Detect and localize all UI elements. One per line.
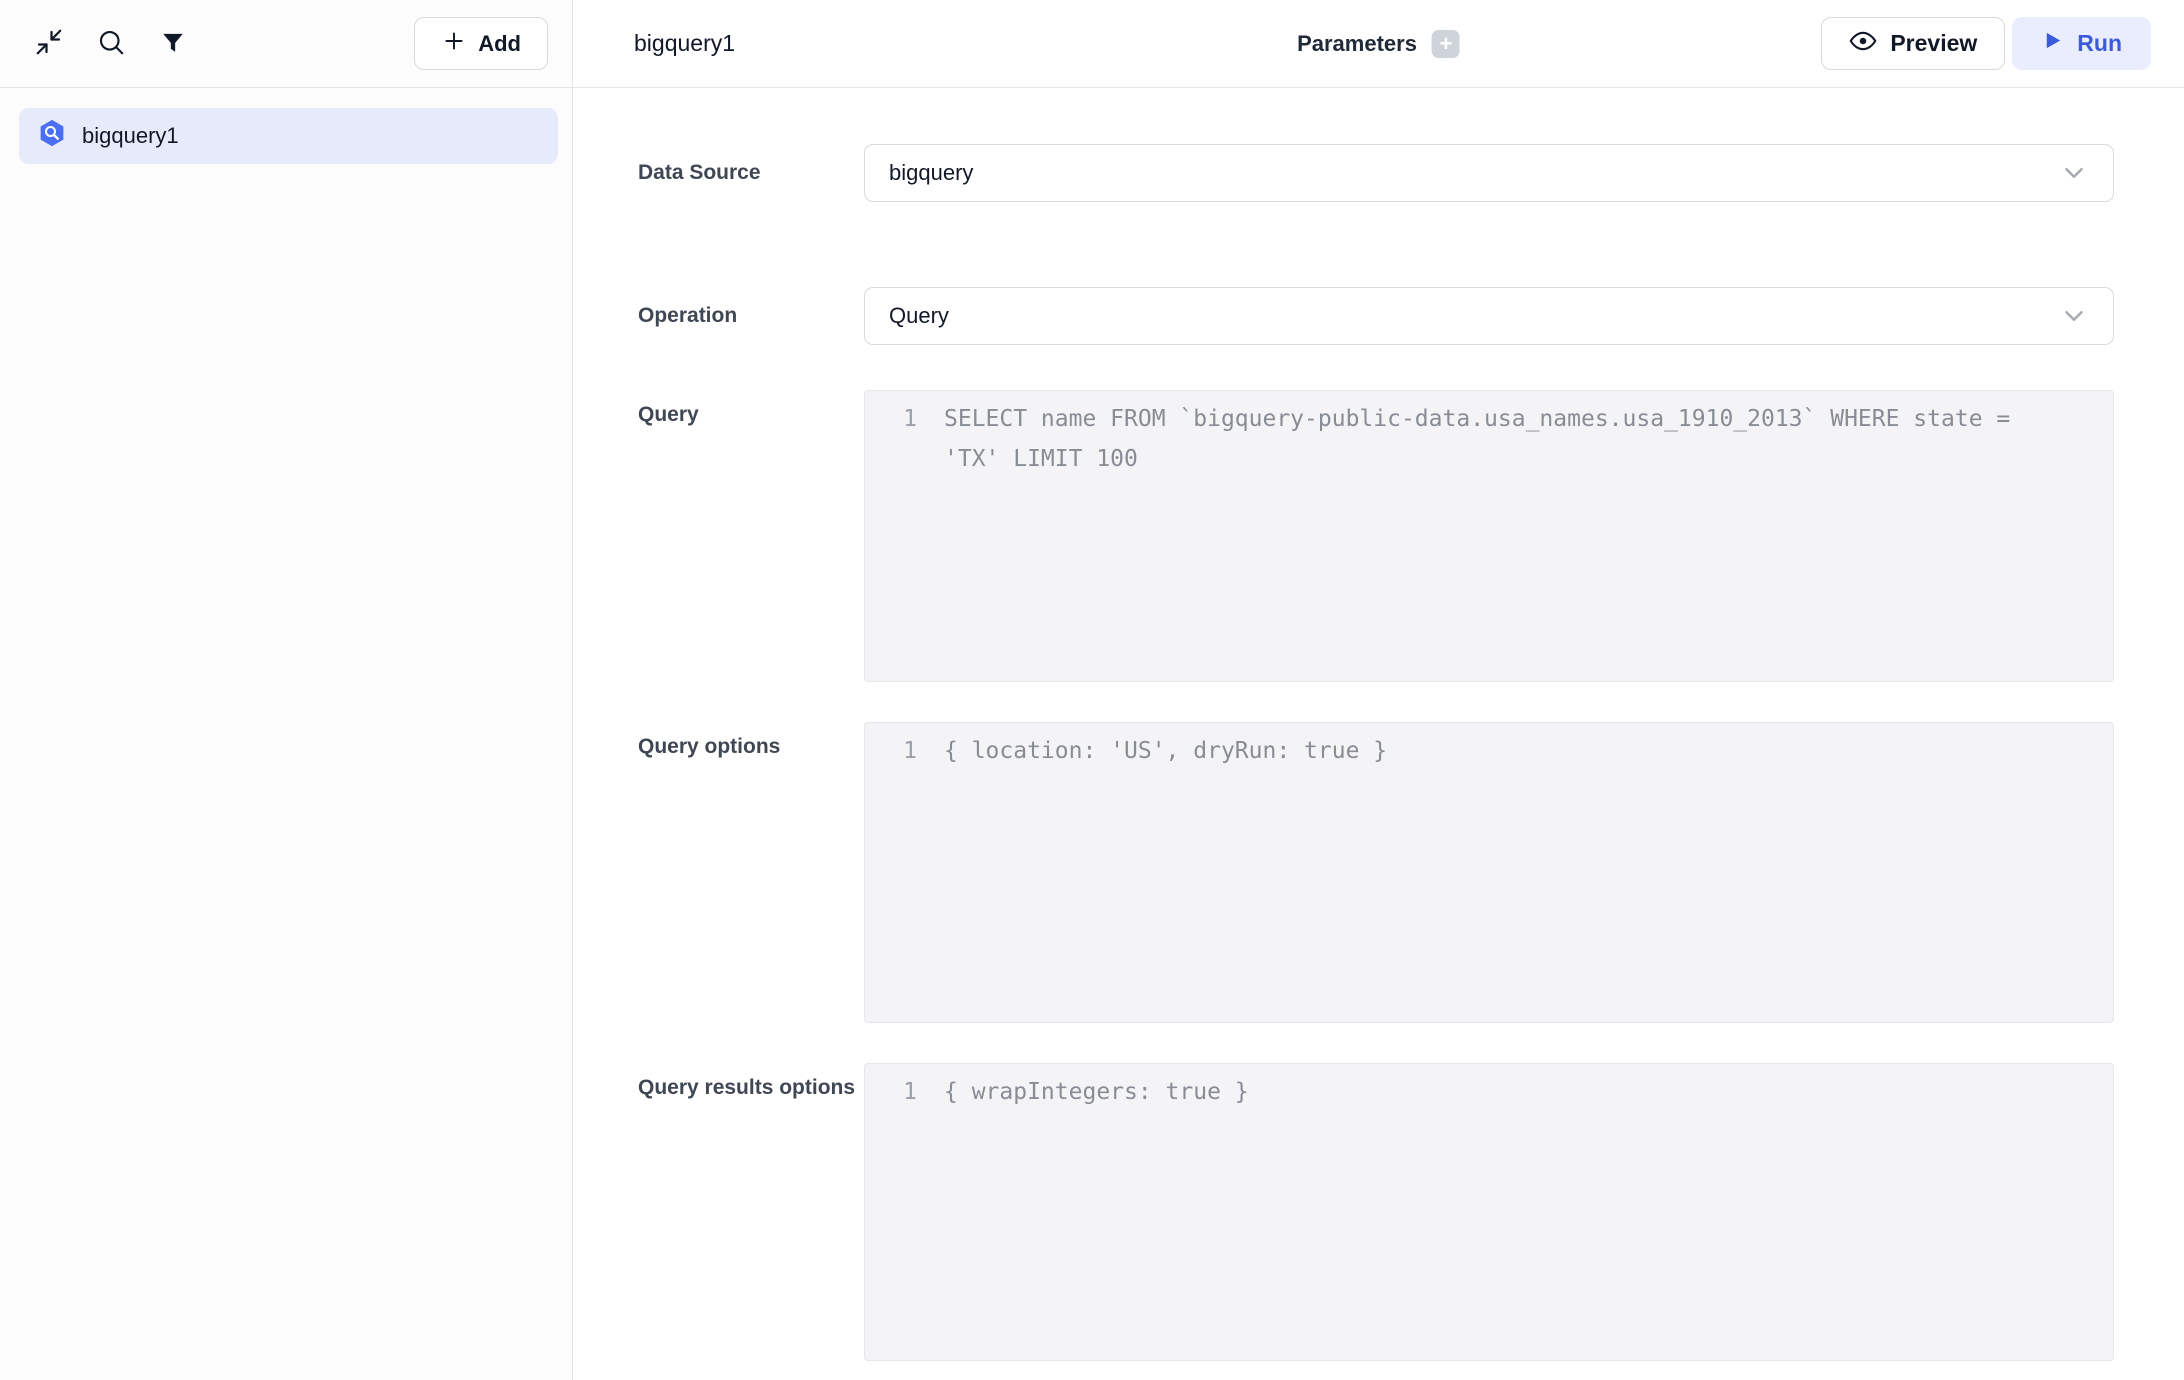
data-source-label: Data Source bbox=[638, 144, 864, 193]
bigquery-icon bbox=[37, 118, 67, 154]
filter-icon bbox=[160, 29, 186, 58]
add-parameter-button[interactable]: + bbox=[1432, 30, 1460, 58]
query-results-options-code-editor[interactable]: 1 { wrapIntegers: true } bbox=[864, 1063, 2114, 1361]
operation-label: Operation bbox=[638, 287, 864, 336]
add-button-label: Add bbox=[478, 31, 521, 57]
plus-icon: + bbox=[1440, 33, 1453, 55]
filter-button[interactable] bbox=[150, 21, 196, 67]
plus-icon bbox=[441, 28, 467, 60]
header-actions: Preview Run bbox=[1821, 17, 2151, 70]
query-editor-panel: bigquery1 Parameters + Preview bbox=[573, 0, 2184, 1380]
search-button[interactable] bbox=[88, 21, 134, 67]
eye-icon bbox=[1849, 27, 1877, 61]
query-editor-header: bigquery1 Parameters + Preview bbox=[573, 0, 2184, 88]
run-button-label: Run bbox=[2077, 30, 2122, 57]
query-options-placeholder-text: { location: 'US', dryRun: true } bbox=[944, 731, 2113, 771]
run-button[interactable]: Run bbox=[2012, 17, 2151, 70]
field-row-operation: Operation Query bbox=[638, 287, 2114, 345]
line-number: 1 bbox=[865, 399, 944, 439]
query-results-options-label: Query results options bbox=[638, 1063, 864, 1108]
preview-button-label: Preview bbox=[1890, 30, 1977, 57]
query-name-title[interactable]: bigquery1 bbox=[634, 30, 735, 57]
chevron-down-icon bbox=[2059, 301, 2089, 331]
query-form: Data Source bigquery Operation Query bbox=[573, 88, 2184, 1380]
sidebar-item-label: bigquery1 bbox=[82, 123, 179, 149]
query-list: bigquery1 bbox=[0, 88, 572, 164]
line-number: 1 bbox=[865, 1072, 944, 1112]
chevron-down-icon bbox=[2059, 158, 2089, 188]
select-value: Query bbox=[889, 303, 949, 329]
query-options-code-editor[interactable]: 1 { location: 'US', dryRun: true } bbox=[864, 722, 2114, 1023]
add-query-button[interactable]: Add bbox=[414, 17, 548, 70]
line-number: 1 bbox=[865, 731, 944, 771]
field-row-query-results-options: Query results options 1 { wrapIntegers: … bbox=[638, 1063, 2114, 1361]
app-window: Add bigquery1 bigquery1 Parameters + bbox=[0, 0, 2184, 1380]
query-list-sidebar: Add bigquery1 bbox=[0, 0, 573, 1380]
parameters-group: Parameters + bbox=[1297, 30, 1460, 58]
operation-select[interactable]: Query bbox=[864, 287, 2114, 345]
sidebar-toolbar: Add bbox=[0, 0, 572, 88]
field-row-data-source: Data Source bigquery bbox=[638, 144, 2114, 202]
query-code-editor[interactable]: 1 SELECT name FROM `bigquery-public-data… bbox=[864, 390, 2114, 682]
query-placeholder-text: SELECT name FROM `bigquery-public-data.u… bbox=[944, 399, 2113, 479]
preview-button[interactable]: Preview bbox=[1821, 17, 2005, 70]
field-row-query: Query 1 SELECT name FROM `bigquery-publi… bbox=[638, 390, 2114, 682]
select-value: bigquery bbox=[889, 160, 973, 186]
parameters-label: Parameters bbox=[1297, 31, 1417, 57]
field-row-query-options: Query options 1 { location: 'US', dryRun… bbox=[638, 722, 2114, 1023]
query-label: Query bbox=[638, 390, 864, 435]
query-results-options-placeholder-text: { wrapIntegers: true } bbox=[944, 1072, 2113, 1112]
play-icon bbox=[2041, 29, 2064, 58]
query-options-label: Query options bbox=[638, 722, 864, 767]
collapse-icon bbox=[34, 27, 64, 60]
sidebar-item-bigquery1[interactable]: bigquery1 bbox=[19, 108, 558, 164]
collapse-panel-button[interactable] bbox=[26, 21, 72, 67]
search-icon bbox=[96, 27, 126, 60]
data-source-select[interactable]: bigquery bbox=[864, 144, 2114, 202]
